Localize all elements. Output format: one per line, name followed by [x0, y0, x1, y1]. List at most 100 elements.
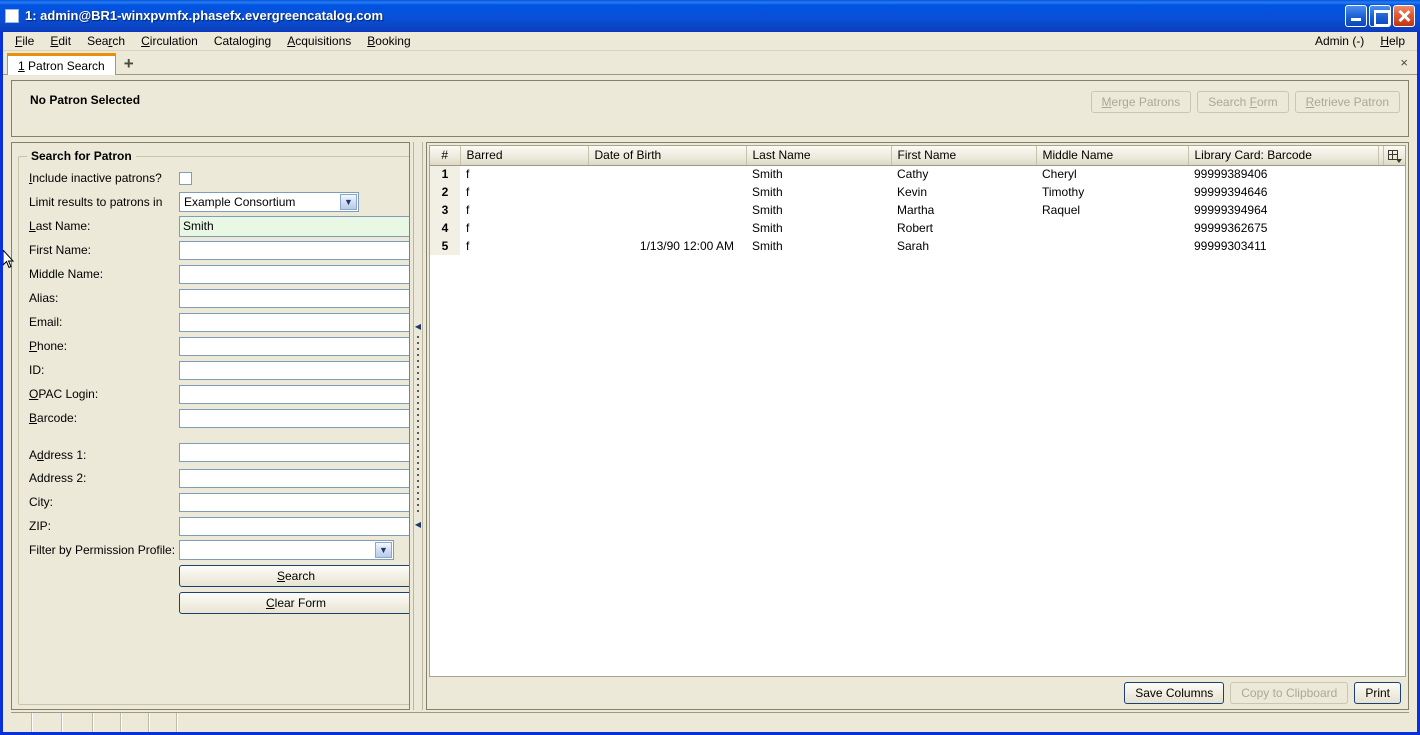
cell-barcode: 99999394964: [1188, 201, 1378, 219]
email-input[interactable]: [179, 312, 409, 332]
title-bar: 1: admin@BR1-winxpvmfx.phasefx.evergreen…: [0, 0, 1420, 31]
zip-input[interactable]: [179, 516, 409, 536]
patron-header-actions: Merge Patrons Search Form Retrieve Patro…: [1090, 91, 1400, 113]
include-inactive-checkbox[interactable]: [179, 171, 192, 185]
form-row-limit-results: Limit results to patrons in Example Cons…: [27, 190, 409, 214]
limit-results-value: Example Consortium: [184, 195, 296, 209]
column-header-first-name[interactable]: First Name: [891, 146, 1037, 166]
form-row-barcode: Barcode:: [27, 406, 409, 430]
results-panel: # Barred Date of Birth Last Name First N…: [426, 142, 1409, 710]
merge-patrons-button[interactable]: Merge Patrons: [1090, 91, 1192, 113]
address-2-input[interactable]: [179, 468, 409, 488]
table-row[interactable]: 4 f Smith Robert 99999362675: [430, 219, 1405, 237]
middle-name-label: Middle Name:: [29, 267, 104, 281]
form-row-id: ID:: [27, 358, 409, 382]
new-tab-button[interactable]: +: [124, 55, 134, 72]
application-window: 1: admin@BR1-winxpvmfx.phasefx.evergreen…: [0, 0, 1420, 735]
last-name-label: Last Name:: [29, 219, 91, 233]
menu-edit[interactable]: Edit: [42, 32, 79, 50]
cell-barred: f: [460, 219, 588, 237]
middle-name-input[interactable]: [179, 264, 409, 284]
form-row-city: City:: [27, 490, 409, 514]
save-columns-button[interactable]: Save Columns: [1124, 682, 1225, 704]
table-row[interactable]: 3 f Smith Martha Raquel 99999394964: [430, 201, 1405, 219]
id-input[interactable]: [179, 360, 409, 380]
collapse-right-icon[interactable]: ◀: [414, 519, 422, 531]
print-button[interactable]: Print: [1354, 682, 1401, 704]
search-button[interactable]: Search: [179, 565, 409, 587]
patron-status-text: No Patron Selected: [30, 93, 141, 107]
last-name-input[interactable]: [179, 215, 409, 237]
cell-filler-2: [1383, 165, 1405, 183]
form-row-address-2: Address 2:: [27, 466, 409, 490]
table-row[interactable]: 5 f 1/13/90 12:00 AM Smith Sarah 99999303411: [430, 237, 1405, 255]
form-row-alias: Alias:: [27, 286, 409, 310]
column-header-last-name[interactable]: Last Name: [746, 146, 892, 166]
menu-admin[interactable]: Admin (-): [1307, 32, 1372, 50]
cell-barred: f: [460, 201, 588, 219]
form-row-email: Email:: [27, 310, 409, 334]
cell-last: Smith: [746, 183, 891, 201]
status-segment-main: [178, 713, 1409, 732]
address-1-label: Address 1:: [29, 448, 87, 462]
alias-input[interactable]: [179, 288, 409, 308]
collapse-left-icon[interactable]: ◀: [414, 321, 422, 333]
menu-cataloging[interactable]: Cataloging: [206, 32, 279, 50]
cell-dob: [588, 219, 746, 237]
column-header-barcode[interactable]: Library Card: Barcode: [1188, 146, 1379, 166]
minimize-button[interactable]: [1345, 4, 1367, 27]
column-picker-cell[interactable]: [1383, 146, 1405, 166]
retrieve-patron-button[interactable]: Retrieve Patron: [1294, 91, 1400, 113]
maximize-button[interactable]: [1369, 4, 1391, 27]
tab-patron-search[interactable]: 1 Patron Search: [7, 53, 116, 75]
cell-last: Smith: [746, 165, 891, 183]
cell-middle: Cheryl: [1036, 165, 1188, 183]
menu-booking[interactable]: Booking: [359, 32, 418, 50]
cell-first: Martha: [891, 201, 1036, 219]
app-icon: [5, 8, 19, 23]
results-empty-area: [430, 255, 1405, 676]
close-tab-icon[interactable]: ×: [1400, 55, 1408, 70]
table-row[interactable]: 2 f Smith Kevin Timothy 99999394646: [430, 183, 1405, 201]
column-header-dob[interactable]: Date of Birth: [588, 146, 747, 166]
cell-barcode: 99999394646: [1188, 183, 1378, 201]
patron-results-table: # Barred Date of Birth Last Name First N…: [430, 146, 1405, 255]
menu-circulation[interactable]: Circulation: [133, 32, 206, 50]
phone-input[interactable]: [179, 336, 409, 356]
copy-to-clipboard-button[interactable]: Copy to Clipboard: [1230, 682, 1349, 704]
client-area: File Edit Search Circulation Cataloging …: [3, 31, 1417, 732]
search-form-actions: Search Clear Form: [27, 565, 409, 614]
clear-form-button[interactable]: Clear Form: [179, 592, 409, 614]
form-row-middle-name: Middle Name:: [27, 262, 409, 286]
cell-first: Kevin: [891, 183, 1036, 201]
menu-acquisitions[interactable]: Acquisitions: [279, 32, 359, 50]
menu-help[interactable]: Help: [1372, 32, 1413, 50]
opac-login-input[interactable]: [179, 384, 409, 404]
barcode-input[interactable]: [179, 408, 409, 428]
menu-file[interactable]: File: [7, 32, 42, 50]
panel-splitter[interactable]: ◀ ◀: [410, 142, 426, 710]
include-inactive-label: Include inactive patrons?: [29, 171, 162, 185]
cell-last: Smith: [746, 219, 891, 237]
splitter-grip[interactable]: [417, 336, 419, 516]
cell-num: 1: [430, 165, 460, 183]
cell-filler-2: [1383, 237, 1405, 255]
permission-profile-label: Filter by Permission Profile:: [29, 543, 176, 557]
column-header-num[interactable]: #: [430, 146, 461, 166]
column-header-middle-name[interactable]: Middle Name: [1036, 146, 1189, 166]
permission-profile-select[interactable]: ▼: [179, 540, 394, 560]
city-input[interactable]: [179, 492, 409, 512]
cell-dob: 1/13/90 12:00 AM: [588, 237, 746, 255]
email-label: Email:: [29, 315, 63, 329]
search-form-button[interactable]: Search Form: [1197, 91, 1289, 113]
cell-num: 2: [430, 183, 460, 201]
table-row[interactable]: 1 f Smith Cathy Cheryl 99999389406: [430, 165, 1405, 183]
limit-results-select[interactable]: Example Consortium ▼: [179, 192, 359, 212]
address-1-input[interactable]: [179, 443, 409, 462]
column-header-barred[interactable]: Barred: [460, 146, 589, 166]
close-button[interactable]: [1393, 4, 1415, 27]
menu-search[interactable]: Search: [79, 32, 133, 50]
tab-strip: 1 Patron Search + ×: [3, 51, 1417, 75]
first-name-input[interactable]: [179, 240, 409, 260]
column-picker-icon[interactable]: [1387, 150, 1402, 164]
